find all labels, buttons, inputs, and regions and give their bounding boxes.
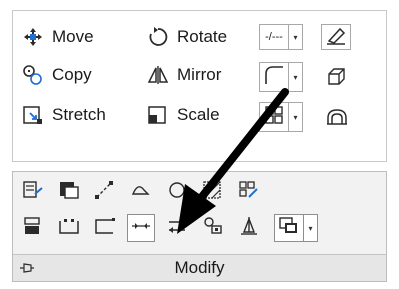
- copy-button[interactable]: Copy: [21, 62, 92, 88]
- copy-nested-button[interactable]: [274, 214, 304, 242]
- stretch-icon: [21, 103, 45, 127]
- align-icon: [238, 215, 260, 242]
- edit-array-button[interactable]: [235, 178, 263, 206]
- draw-order-icon: [22, 215, 44, 242]
- copy-label: Copy: [52, 65, 92, 84]
- scale-icon: [146, 103, 170, 127]
- move-button[interactable]: Move: [21, 24, 94, 50]
- panel-title-bar[interactable]: Modify: [13, 254, 386, 281]
- edit-spline-button[interactable]: [127, 178, 155, 206]
- lengthen-button[interactable]: [91, 178, 119, 206]
- eraser-icon: [325, 25, 347, 50]
- edit-attribute-icon: [58, 180, 80, 205]
- erase-button[interactable]: [321, 24, 351, 50]
- reverse-button[interactable]: [163, 214, 191, 242]
- copy-nested-icon: [278, 216, 300, 241]
- hatch-icon: [202, 180, 224, 205]
- move-icon: [21, 25, 45, 49]
- lengthen-icon: [94, 180, 116, 205]
- rotate-button[interactable]: Rotate: [146, 24, 227, 50]
- mirror-icon: [146, 63, 170, 87]
- pin-icon[interactable]: [19, 260, 35, 276]
- modify-panel-expanded: ▾ Modify: [12, 171, 387, 282]
- trim-button[interactable]: -/---: [259, 24, 289, 50]
- mirror-label: Mirror: [177, 65, 222, 84]
- bylayer-icon: [202, 215, 224, 242]
- edit-spline-icon: [130, 180, 152, 205]
- edit-attribute-button[interactable]: [55, 178, 83, 206]
- fillet-icon: [263, 64, 285, 91]
- blend-icon: [166, 180, 188, 205]
- edit-polyline-button[interactable]: [19, 178, 47, 206]
- rotate-label: Rotate: [177, 27, 228, 46]
- array-dropdown[interactable]: ▾: [289, 102, 303, 132]
- set-to-bylayer-button[interactable]: [199, 214, 227, 242]
- modify-panel-top: Move Copy Stretch Rotate Mirror Scale -/…: [12, 10, 387, 162]
- chevron-down-icon: ▾: [308, 223, 313, 233]
- explode-icon: [326, 66, 348, 91]
- blend-curves-button[interactable]: [163, 178, 191, 206]
- draw-order-button[interactable]: [19, 214, 47, 242]
- mirror-button[interactable]: Mirror: [146, 62, 221, 88]
- stretch-button[interactable]: Stretch: [21, 102, 106, 128]
- scale-label: Scale: [177, 105, 220, 124]
- break-icon: [93, 216, 117, 241]
- array-icon: [263, 104, 285, 131]
- align-button[interactable]: [235, 214, 263, 242]
- offset-button[interactable]: [323, 104, 351, 132]
- offset-icon: [326, 106, 348, 131]
- array-button[interactable]: [259, 102, 289, 132]
- chevron-down-icon: ▾: [293, 72, 298, 82]
- reverse-icon: [166, 216, 188, 241]
- break-at-point-icon: [57, 216, 81, 241]
- fillet-button[interactable]: [259, 62, 289, 92]
- copy-nested-dropdown[interactable]: ▾: [304, 214, 318, 242]
- scale-button[interactable]: Scale: [146, 102, 220, 128]
- join-button[interactable]: [127, 214, 155, 242]
- fillet-dropdown[interactable]: ▾: [289, 62, 303, 92]
- panel-title: Modify: [174, 258, 225, 277]
- explode-button[interactable]: [323, 64, 351, 92]
- break-at-point-button[interactable]: [55, 214, 83, 242]
- trim-icon: -/---: [265, 31, 283, 43]
- join-icon: [130, 216, 152, 241]
- chevron-down-icon: ▾: [293, 32, 298, 42]
- edit-array-icon: [238, 180, 260, 205]
- rotate-icon: [146, 25, 170, 49]
- break-button[interactable]: [91, 214, 119, 242]
- move-label: Move: [52, 27, 94, 46]
- edit-hatch-button[interactable]: [199, 178, 227, 206]
- trim-dropdown[interactable]: ▾: [289, 24, 303, 50]
- copy-icon: [21, 63, 45, 87]
- chevron-down-icon: ▾: [293, 112, 298, 122]
- edit-polyline-icon: [22, 180, 44, 205]
- stretch-label: Stretch: [52, 105, 106, 124]
